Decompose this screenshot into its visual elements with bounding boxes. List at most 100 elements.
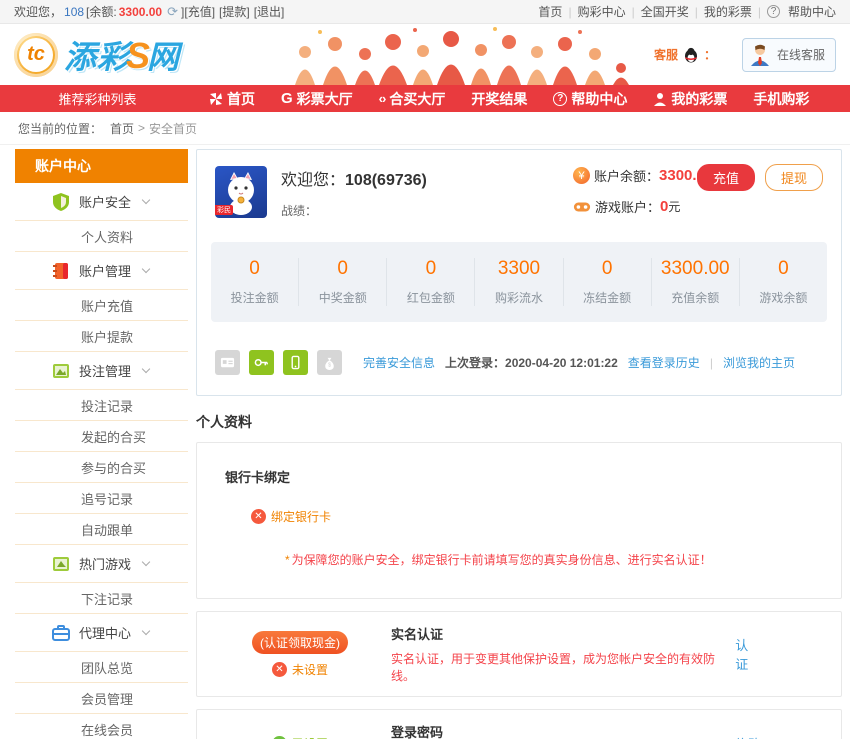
logo-tc-icon	[14, 33, 58, 77]
stat-winnings: 0中奖金额	[298, 258, 386, 306]
game-account-value: 0	[660, 198, 668, 215]
topbar-nav-national-draws[interactable]: 全国开奖	[641, 3, 689, 20]
topbar-logout-link[interactable]: [退出]	[254, 3, 285, 20]
idcard-icon[interactable]	[215, 350, 240, 375]
service-label: 客服	[654, 46, 678, 63]
moneybag-icon[interactable]: $	[317, 350, 342, 375]
sidebar-item-account-recharge[interactable]: 账户充值	[15, 290, 188, 321]
sidebar-label: 自动跟单	[81, 520, 133, 539]
sidebar-item-account-management[interactable]: 账户管理	[15, 252, 188, 290]
nav-draw-results-label: 开奖结果	[471, 89, 527, 109]
sidebar-label: 投注记录	[81, 396, 133, 415]
topbar-nav-home[interactable]: 首页	[538, 3, 562, 20]
username-link[interactable]: 108	[64, 5, 84, 19]
customer-service-area: 客服 ：	[654, 46, 716, 63]
modify-password-link[interactable]: 修改	[735, 734, 761, 739]
bind-bank-card-link[interactable]: 绑定银行卡	[251, 508, 813, 525]
pinwheel-icon	[209, 92, 223, 106]
online-service-label: 在线客服	[777, 46, 825, 63]
stat-red-packet: 0红包金额	[386, 258, 474, 306]
topbar-nav-my-tickets[interactable]: 我的彩票	[704, 3, 752, 20]
online-service-button[interactable]: 在线客服	[742, 38, 836, 72]
my-homepage-link[interactable]: 浏览我的主页	[723, 354, 795, 371]
breadcrumb-label: 您当前的位置：	[18, 120, 102, 137]
realname-status-block: (认证领取现金) 未设置	[225, 631, 375, 678]
sidebar-item-initiated-group-buys[interactable]: 发起的合买	[15, 421, 188, 452]
note-asterisk: *	[285, 553, 290, 567]
bank-binding-title: 银行卡绑定	[225, 467, 813, 486]
login-password-card: 已设置 登录密码 登录网站账户的密码 修改	[196, 709, 842, 739]
sidebar-item-account-withdraw[interactable]: 账户提款	[15, 321, 188, 352]
complete-security-link[interactable]: 完善安全信息	[363, 354, 435, 371]
user-display-name: 108(69736)	[345, 172, 427, 189]
sidebar-item-personal-info[interactable]: 个人资料	[15, 221, 188, 252]
site-logo[interactable]: 添彩S网	[14, 32, 180, 78]
topbar-nav-lottery-center[interactable]: 购彩中心	[578, 3, 626, 20]
topbar-withdraw-link[interactable]: [提款]	[219, 3, 250, 20]
verify-action-link[interactable]: 认证	[735, 635, 761, 673]
recharge-button[interactable]: 充值	[697, 164, 755, 191]
realname-title: 实名认证	[391, 624, 735, 643]
sidebar-item-joined-group-buys[interactable]: 参与的合买	[15, 452, 188, 483]
unset-x-icon	[272, 662, 287, 677]
nav-help-center[interactable]: 帮助中心	[553, 89, 627, 109]
stat-frozen: 0冻结金额	[563, 258, 651, 306]
nav-my-tickets[interactable]: 我的彩票	[653, 89, 727, 109]
nav-recommend-list[interactable]: 推荐彩种列表	[0, 89, 195, 108]
nav-lottery-hall-label: 彩票大厅	[297, 89, 353, 109]
withdraw-button[interactable]: 提现	[765, 164, 823, 191]
last-login-time: 2020-04-20 12:01:22	[505, 356, 618, 370]
sidebar-item-team-overview[interactable]: 团队总览	[15, 652, 188, 683]
nav-home[interactable]: 首页	[209, 89, 255, 109]
balance-label: 账户余额：	[594, 166, 659, 185]
service-agent-icon	[747, 42, 773, 68]
balance-buttons: 充值 提现	[697, 164, 823, 191]
sidebar-item-bet-management[interactable]: 投注管理	[15, 352, 188, 390]
key-icon[interactable]	[249, 350, 274, 375]
topbar-nav-help-center[interactable]: 帮助中心	[788, 3, 836, 20]
sidebar-item-agent-center[interactable]: 代理中心	[15, 614, 188, 652]
gamepad-icon	[573, 200, 591, 214]
login-history-link[interactable]: 查看登录历史	[628, 354, 700, 371]
bind-bank-card-label: 绑定银行卡	[271, 508, 331, 525]
user-info: 欢迎您：108(69736) 战绩：	[281, 166, 427, 228]
qq-penguin-icon[interactable]	[683, 47, 699, 63]
nav-draw-results[interactable]: 开奖结果	[471, 89, 527, 109]
password-title: 登录密码	[391, 722, 499, 739]
breadcrumb-home[interactable]: 首页	[110, 120, 134, 137]
nav-lottery-hall[interactable]: 彩票大厅	[281, 89, 353, 109]
sidebar-item-member-management[interactable]: 会员管理	[15, 683, 188, 714]
account-overview-panel: 彩民 欢迎您：108(69736) 战绩： 账户余额： 3300.00 元	[196, 149, 842, 396]
topbar-recharge-link[interactable]: [充值]	[184, 3, 215, 20]
sidebar-label: 热门游戏	[79, 554, 131, 573]
sidebar-item-bet-records[interactable]: 投注记录	[15, 390, 188, 421]
account-sidebar: 账户中心 账户安全 个人资料 账户管理 账户充值 账户提款	[15, 149, 188, 739]
nav-mobile-lottery[interactable]: 手机购彩	[753, 89, 809, 109]
bank-binding-note: *为保障您的账户安全，绑定银行卡前请填写您的真实身份信息、进行实名认证！	[285, 551, 813, 568]
last-login-label: 上次登录：	[445, 356, 505, 370]
top-utility-bar: 欢迎您， 108 [余额: 3300.00 ⟳ ] [充值] [提款] [退出]…	[0, 0, 850, 24]
realname-verification-card: (认证领取现金) 未设置 实名认证 实名认证，用于变更其他保护设置，成为您帐户安…	[196, 611, 842, 697]
separator: |	[758, 5, 761, 19]
sidebar-label: 在线会员	[81, 720, 133, 739]
site-header: 添彩S网 客服 ：	[0, 24, 850, 85]
sidebar-item-online-members[interactable]: 在线会员	[15, 714, 188, 739]
stat-value: 3300	[475, 258, 562, 280]
stat-label: 冻结金额	[564, 289, 651, 306]
security-links: 完善安全信息 上次登录：2020-04-20 12:01:22 查看登录历史 |…	[363, 354, 795, 371]
refresh-balance-icon[interactable]: ⟳	[167, 4, 178, 20]
user-avatar[interactable]: 彩民	[215, 166, 267, 218]
phone-icon[interactable]	[283, 350, 308, 375]
sidebar-item-hot-games[interactable]: 热门游戏	[15, 545, 188, 583]
sidebar-item-wager-records[interactable]: 下注记录	[15, 583, 188, 614]
avatar-tag: 彩民	[215, 205, 233, 215]
sidebar-label: 投注管理	[79, 361, 131, 380]
sidebar-item-chase-number-records[interactable]: 追号记录	[15, 483, 188, 514]
separator: |	[695, 5, 698, 19]
sidebar-item-auto-follow[interactable]: 自动跟单	[15, 514, 188, 545]
sidebar-label: 账户提款	[81, 327, 133, 346]
nav-group-buy-hall[interactable]: 合买大厅	[379, 89, 446, 109]
sidebar-item-account-security[interactable]: 账户安全	[15, 183, 188, 221]
password-info: 登录密码 登录网站账户的密码	[391, 722, 499, 739]
sidebar-title[interactable]: 账户中心	[15, 149, 188, 183]
